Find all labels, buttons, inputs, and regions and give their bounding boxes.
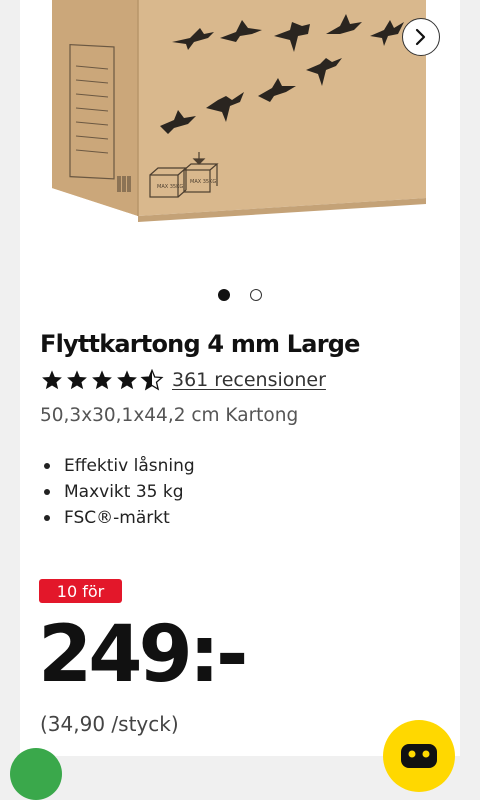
chevron-right-icon (415, 28, 426, 46)
list-item: Effektiv låsning (40, 453, 195, 479)
star-full-icon (42, 370, 62, 390)
feature-list: Effektiv låsning Maxvikt 35 kg FSC®-märk… (40, 453, 195, 531)
carousel-dot-2[interactable] (250, 289, 262, 301)
promo-badge: 10 för (39, 579, 122, 603)
product-title: Flyttkartong 4 mm Large (40, 330, 360, 358)
star-full-icon (67, 370, 87, 390)
star-full-icon (117, 370, 137, 390)
svg-text:MAX 35KG: MAX 35KG (190, 179, 216, 185)
add-to-cart-button[interactable] (383, 720, 455, 792)
bullet-icon (44, 489, 50, 495)
list-item: FSC®-märkt (40, 505, 195, 531)
rating-row: 361 recensioner (40, 369, 326, 391)
carousel-dot-1[interactable] (218, 289, 230, 301)
price: 249:- (38, 610, 248, 700)
unit-price: (34,90 /styck) (40, 712, 179, 736)
cardboard-box-illustration: MAX 35KG MAX 35KG (52, 0, 426, 222)
reviews-link[interactable]: 361 recensioner (172, 369, 326, 391)
bullet-icon (44, 515, 50, 521)
carousel-next-button[interactable] (402, 18, 440, 56)
carousel-pagination (218, 289, 262, 301)
star-half-icon (140, 369, 164, 391)
list-item: Maxvikt 35 kg (40, 479, 195, 505)
star-rating (40, 369, 164, 391)
product-card: MAX 35KG MAX 35KG Flyttkartong 4 mm Larg… (20, 0, 460, 756)
star-full-icon (92, 370, 112, 390)
svg-text:MAX 35KG: MAX 35KG (157, 184, 183, 190)
product-image[interactable]: MAX 35KG MAX 35KG (20, 0, 460, 268)
product-dimensions: 50,3x30,1x44,2 cm Kartong (40, 405, 299, 426)
cart-icon (401, 744, 437, 768)
bullet-icon (44, 463, 50, 469)
